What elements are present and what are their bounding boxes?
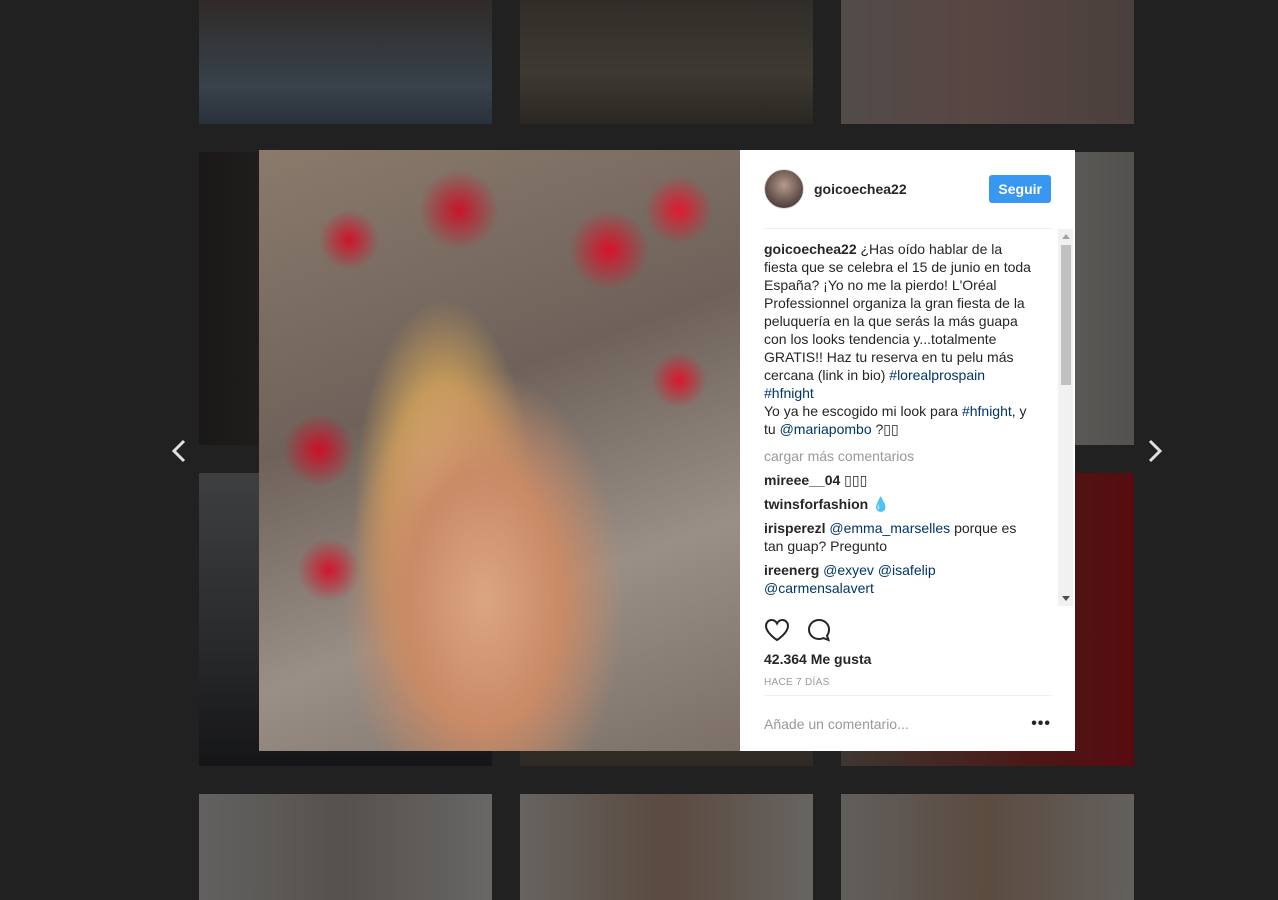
hashtag-link[interactable]: #hfnight [962, 403, 1012, 419]
mention-link[interactable]: @mariapombo [780, 421, 872, 437]
post-modal: goicoechea22 Seguir goicoechea22 ¿Has oí… [259, 150, 1075, 751]
caption-text: Yo ya he escogido mi look para [764, 403, 962, 419]
post-timestamp[interactable]: HACE 7 DÍAS [764, 677, 830, 688]
comment-item: irisperezl @emma_marselles porque es tan… [764, 519, 1035, 555]
comment-username[interactable]: twinsforfashion [764, 496, 868, 512]
mention-link[interactable]: @emma_marselles [829, 520, 950, 536]
load-more-comments[interactable]: cargar más comentarios [764, 447, 1035, 465]
caption: goicoechea22 ¿Has oído hablar de la fies… [764, 240, 1035, 438]
scroll-up-arrow-icon[interactable] [1062, 234, 1070, 239]
hashtag-link[interactable]: #lorealprospain [889, 367, 985, 383]
comment-username[interactable]: irisperezl [764, 520, 825, 536]
scrollbar-thumb[interactable] [1061, 245, 1071, 385]
post-sidebar: goicoechea22 Seguir goicoechea22 ¿Has oí… [740, 150, 1075, 751]
comment-bubble-icon [807, 618, 831, 642]
next-post-button[interactable] [1140, 437, 1168, 465]
comment-text: ▯▯▯ [840, 472, 868, 488]
comment-input[interactable]: Añade un comentario... [764, 716, 1031, 732]
post-username[interactable]: goicoechea22 [814, 181, 907, 197]
chevron-left-icon [171, 439, 186, 463]
comment-username[interactable]: ireenerg [764, 562, 819, 578]
comment-item: twinsforfashion 💧 [764, 495, 1035, 513]
comments-scrollbar[interactable] [1058, 229, 1073, 606]
post-header: goicoechea22 Seguir [764, 169, 1051, 229]
hashtag-link[interactable]: #hfnight [764, 385, 814, 401]
comment-item: mireee__04 ▯▯▯ [764, 471, 1035, 489]
comment-button[interactable] [806, 617, 832, 643]
like-button[interactable] [764, 617, 790, 643]
comment-item: ireenerg @exyev @isafelip @carmensalaver… [764, 561, 1035, 597]
caption-username[interactable]: goicoechea22 [764, 241, 857, 257]
comments-list: goicoechea22 ¿Has oído hablar de la fies… [764, 240, 1035, 606]
follow-button[interactable]: Seguir [989, 175, 1051, 203]
comment-username[interactable]: mireee__04 [764, 472, 840, 488]
caption-text: ?▯▯ [871, 421, 899, 437]
caption-text: ¿Has oído hablar de la fiesta que se cel… [764, 241, 1035, 383]
prev-post-button[interactable] [166, 437, 194, 465]
more-options-button[interactable]: ••• [1031, 715, 1051, 733]
comment-text: 💧 [868, 496, 890, 512]
heart-icon [764, 618, 790, 642]
post-actions [764, 617, 832, 643]
add-comment-bar: Añade un comentario... ••• [764, 695, 1051, 751]
likes-count[interactable]: 42.364 Me gusta [764, 651, 871, 667]
chevron-right-icon [1148, 439, 1163, 463]
scroll-down-arrow-icon[interactable] [1062, 596, 1070, 601]
avatar[interactable] [764, 169, 804, 209]
post-photo[interactable] [259, 150, 740, 751]
